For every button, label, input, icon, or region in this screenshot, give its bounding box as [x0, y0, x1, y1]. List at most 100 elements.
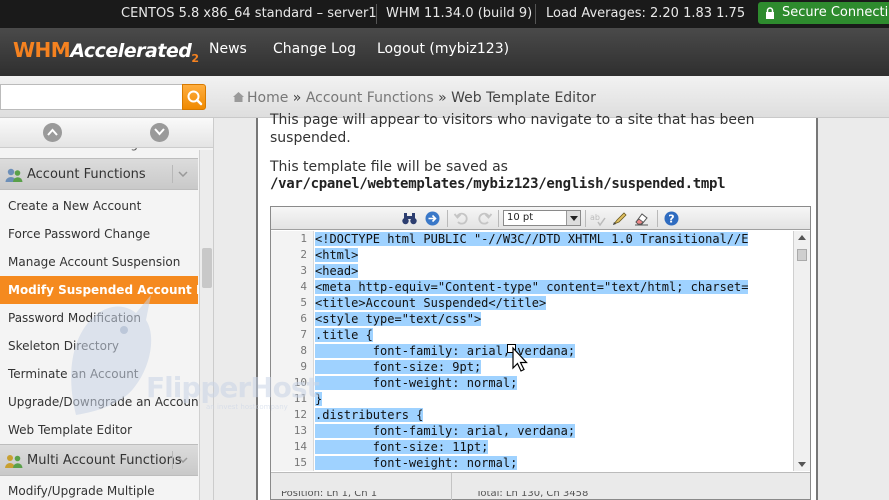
code-line[interactable]: <!DOCTYPE html PUBLIC "-//W3C//DTD XHTML… — [315, 231, 793, 247]
search-button[interactable] — [182, 84, 206, 110]
code-line[interactable]: font-weight: normal; — [315, 455, 793, 471]
scrollbar-thumb[interactable] — [202, 248, 212, 288]
template-code-editor: 10 pt ab ? 1 2 3 4 5 6 7 8 9 10 11 12 13… — [270, 206, 811, 500]
home-icon — [233, 92, 244, 102]
chevron-down-icon — [570, 216, 578, 221]
save-path: /var/cpanel/webtemplates/mybiz123/englis… — [270, 176, 726, 192]
scroll-down-button[interactable] — [150, 123, 169, 142]
multi-users-icon — [5, 455, 23, 468]
goto-line-icon[interactable] — [424, 210, 441, 227]
svg-text:?: ? — [668, 213, 674, 226]
code-line[interactable]: font-family: arial, verdana; — [315, 423, 793, 439]
sidebar-item-create-new-account[interactable]: Create a New Account — [0, 192, 198, 220]
secure-connection-badge: Secure Connection — [758, 2, 889, 24]
sidebar-item-upgrade-downgrade-account[interactable]: Upgrade/Downgrade an Account — [0, 388, 203, 416]
nav-logout-link[interactable]: Logout (mybiz123) — [377, 41, 509, 57]
nav-news-link[interactable]: News — [209, 41, 247, 57]
selected-code-text: .title { — [315, 328, 373, 342]
selected-code-text: <style type="text/css"> — [315, 312, 482, 326]
collapse-toggle[interactable] — [172, 165, 192, 183]
sidebar-item-password-modification[interactable]: Password Modification — [0, 304, 198, 332]
nav-change-log-link[interactable]: Change Log — [273, 41, 356, 57]
selected-code-text: <!DOCTYPE html PUBLIC "-//W3C//DTD XHTML… — [315, 232, 749, 246]
sidebar-item-modify-upgrade-multiple[interactable]: Modify/Upgrade Multiple — [0, 477, 198, 500]
sidebar-item-web-template-editor[interactable]: Web Template Editor — [0, 416, 198, 444]
sidebar-item-skeleton-directory[interactable]: Skeleton Directory — [0, 332, 198, 360]
document-totals: Total: Ln 130, Ch 3458 — [476, 491, 589, 499]
sidebar-group-label: Account Functions — [27, 167, 146, 182]
line-number: 5 — [300, 296, 307, 309]
chevron-up-icon — [47, 128, 58, 136]
selected-code-text: <meta http-equiv="Content-type" content=… — [315, 280, 749, 294]
sidebar: View Bandwidth Usage Account Functions C… — [0, 118, 214, 500]
redo-icon[interactable] — [476, 210, 493, 227]
line-number: 13 — [293, 424, 307, 437]
breadcrumb-separator: » — [438, 90, 447, 106]
secure-connection-label: Secure Connection — [782, 5, 889, 20]
code-line[interactable]: font-size: 11pt; — [315, 439, 793, 455]
line-number: 6 — [300, 312, 307, 325]
chevron-down-icon — [154, 128, 165, 136]
code-line[interactable]: font-family: arial, verdana; — [315, 343, 793, 359]
sidebar-item-terminate-account[interactable]: Terminate an Account — [0, 360, 198, 388]
sidebar-scrollbar[interactable] — [199, 150, 213, 500]
sidebar-item-modify-suspended-account-page[interactable]: Modify Suspended Account Page — [0, 276, 213, 304]
code-line[interactable]: <meta http-equiv="Content-type" content=… — [315, 279, 793, 295]
sidebar-group-multi-account-functions[interactable]: Multi Account Functions — [0, 444, 198, 476]
users-icon — [5, 168, 23, 182]
sidebar-group-account-functions[interactable]: Account Functions — [0, 158, 198, 190]
lock-icon — [766, 7, 774, 19]
selected-code-text: .distributers { — [315, 408, 424, 422]
help-icon[interactable]: ? — [663, 210, 680, 227]
code-scrollbar[interactable] — [793, 231, 810, 471]
code-line[interactable]: <head> — [315, 263, 793, 279]
whm-logo[interactable]: WHMAccelerated2 — [13, 38, 199, 66]
breadcrumb: Home » Account Functions » Web Template … — [232, 88, 596, 108]
binoculars-icon[interactable] — [401, 210, 418, 227]
selected-code-text: <title>Account Suspended</title> — [315, 296, 547, 310]
spellcheck-icon[interactable]: ab — [589, 210, 606, 227]
scroll-up-arrow-icon[interactable] — [798, 235, 806, 240]
toolbar-divider — [447, 210, 448, 227]
scroll-up-button[interactable] — [43, 123, 62, 142]
code-line[interactable]: <style type="text/css"> — [315, 311, 793, 327]
sidebar-item-manage-account-suspension[interactable]: Manage Account Suspension — [0, 248, 198, 276]
save-location-label: This template file will be saved as — [270, 159, 508, 175]
code-line[interactable]: .title { — [315, 327, 793, 343]
line-number: 12 — [293, 408, 307, 421]
line-number: 8 — [300, 344, 307, 357]
scroll-down-arrow-icon[interactable] — [798, 462, 806, 467]
sidebar-group-label: Multi Account Functions — [27, 453, 182, 468]
font-size-select[interactable]: 10 pt — [503, 210, 581, 226]
selected-code-text: <head> — [315, 264, 359, 278]
selected-code-text: font-family: arial, verdana; — [315, 344, 576, 358]
toolbar-divider — [498, 210, 499, 227]
collapse-toggle[interactable] — [172, 451, 192, 469]
code-line[interactable]: <html> — [315, 247, 793, 263]
line-number: 10 — [293, 376, 307, 389]
code-line[interactable]: font-size: 9pt; — [315, 359, 793, 375]
undo-icon[interactable] — [453, 210, 470, 227]
scrollbar-thumb[interactable] — [797, 249, 807, 261]
sidebar-item-force-password-change[interactable]: Force Password Change — [0, 220, 198, 248]
highlight-icon[interactable] — [611, 210, 628, 227]
code-text-area[interactable]: <!DOCTYPE html PUBLIC "-//W3C//DTD XHTML… — [315, 231, 793, 471]
svg-text:ab: ab — [590, 213, 600, 222]
selected-code-text: font-weight: normal; — [315, 376, 518, 390]
breadcrumb-account-functions-link[interactable]: Account Functions — [306, 90, 434, 106]
search-input[interactable] — [1, 85, 182, 109]
chevron-down-icon — [178, 457, 188, 463]
line-number: 1 — [300, 232, 307, 245]
dropdown-button[interactable] — [566, 211, 580, 225]
code-line[interactable]: } — [315, 391, 793, 407]
breadcrumb-home-link[interactable]: Home — [247, 90, 288, 106]
server-info: CENTOS 5.8 x86_64 standard – server1 — [121, 6, 377, 21]
whm-header: WHMAccelerated2 News Change Log Logout (… — [0, 28, 889, 76]
font-size-value: 10 pt — [507, 212, 534, 223]
code-line[interactable]: .distributers { — [315, 407, 793, 423]
code-line[interactable]: font-weight: normal; — [315, 375, 793, 391]
code-line[interactable]: <title>Account Suspended</title> — [315, 295, 793, 311]
line-number: 15 — [293, 456, 307, 469]
eraser-icon[interactable] — [633, 210, 650, 227]
selected-code-text: } — [315, 392, 323, 406]
